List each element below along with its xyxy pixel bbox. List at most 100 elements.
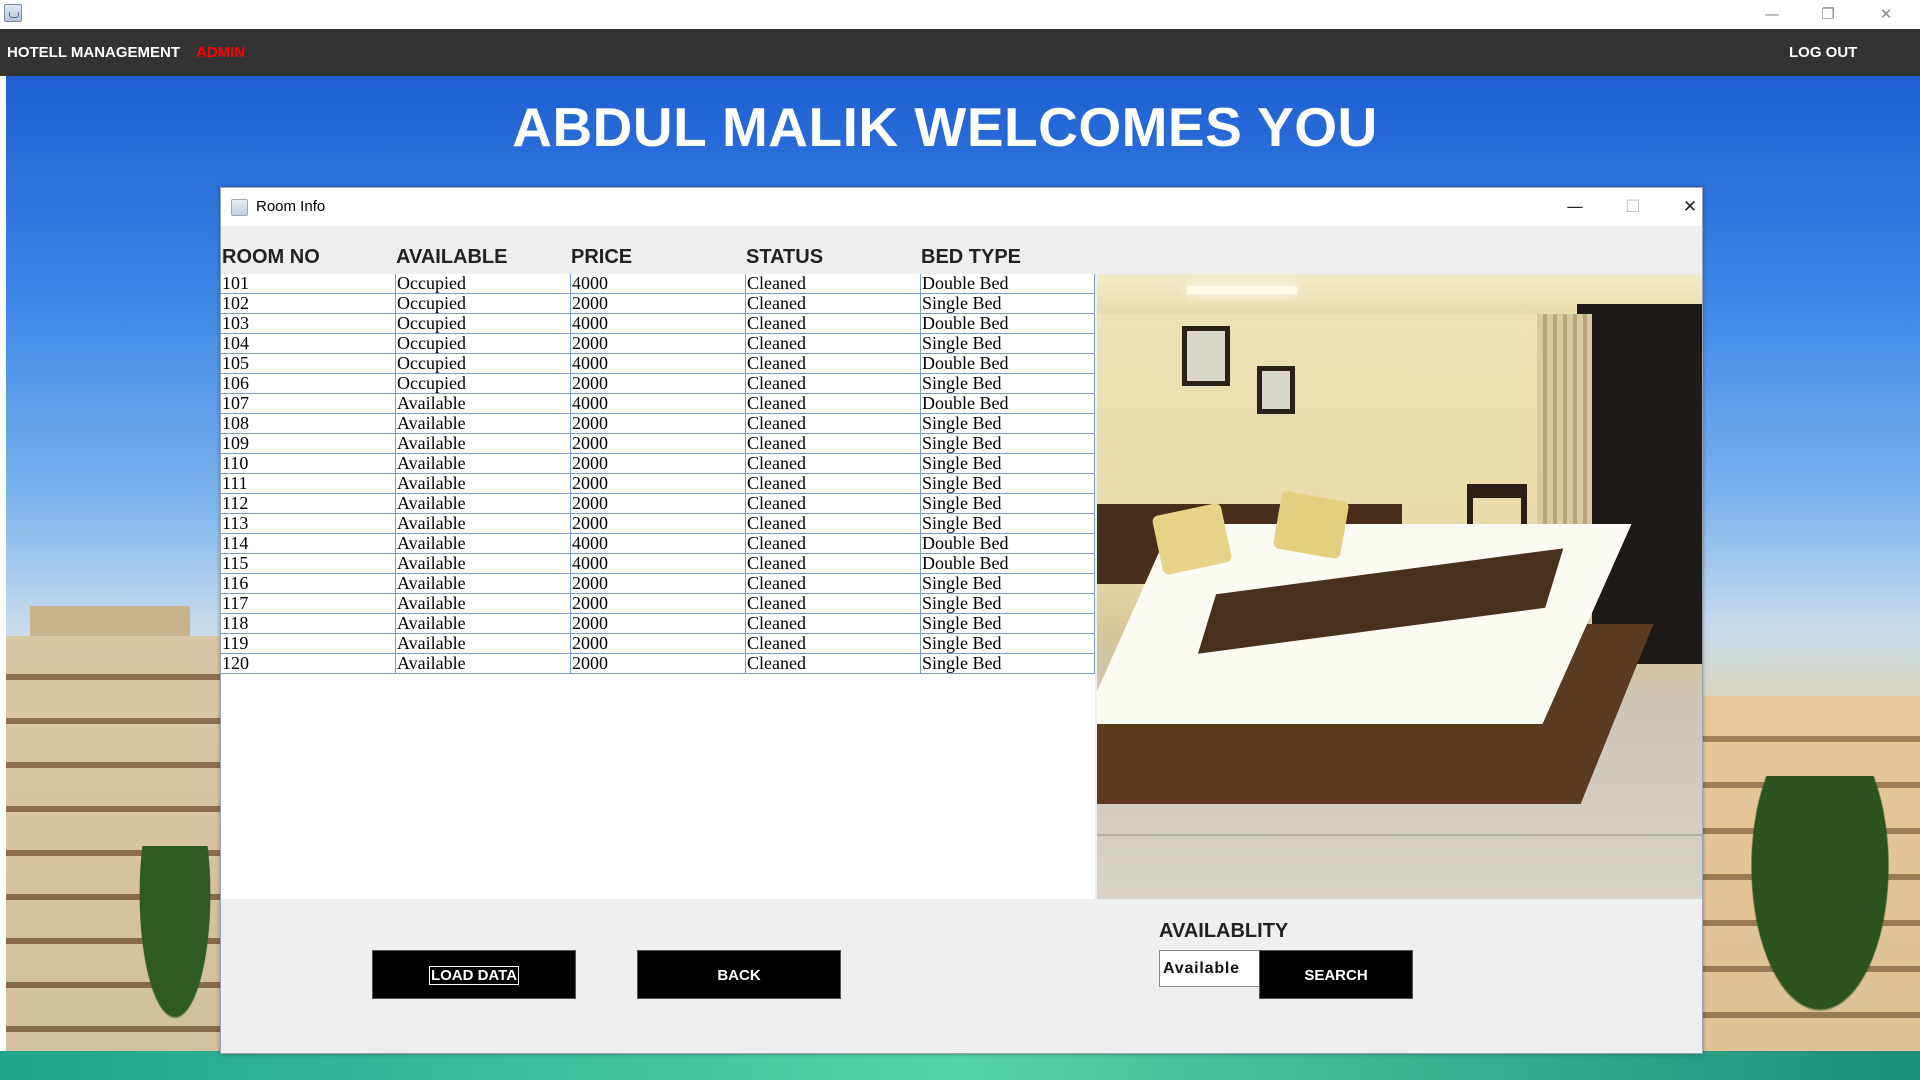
cell-room-no[interactable]: 120: [221, 654, 395, 674]
cell-status[interactable]: Cleaned: [745, 274, 920, 294]
cell-price[interactable]: 2000: [570, 434, 745, 454]
table-row[interactable]: 101 Occupied 4000 Cleaned Double Bed: [221, 274, 1095, 294]
cell-bed-type[interactable]: Double Bed: [920, 274, 1095, 294]
table-row[interactable]: 106 Occupied 2000 Cleaned Single Bed: [221, 374, 1095, 394]
cell-room-no[interactable]: 110: [221, 454, 395, 474]
table-row[interactable]: 109 Available 2000 Cleaned Single Bed: [221, 434, 1095, 454]
table-row[interactable]: 116 Available 2000 Cleaned Single Bed: [221, 574, 1095, 594]
cell-room-no[interactable]: 111: [221, 474, 395, 494]
cell-room-no[interactable]: 106: [221, 374, 395, 394]
search-button[interactable]: SEARCH: [1259, 950, 1413, 999]
table-row[interactable]: 114 Available 4000 Cleaned Double Bed: [221, 534, 1095, 554]
table-row[interactable]: 103 Occupied 4000 Cleaned Double Bed: [221, 314, 1095, 334]
cell-status[interactable]: Cleaned: [745, 614, 920, 634]
cell-price[interactable]: 2000: [570, 374, 745, 394]
cell-bed-type[interactable]: Single Bed: [920, 574, 1095, 594]
cell-price[interactable]: 2000: [570, 294, 745, 314]
cell-price[interactable]: 2000: [570, 654, 745, 674]
cell-status[interactable]: Cleaned: [745, 374, 920, 394]
cell-bed-type[interactable]: Single Bed: [920, 494, 1095, 514]
cell-bed-type[interactable]: Single Bed: [920, 334, 1095, 354]
cell-room-no[interactable]: 109: [221, 434, 395, 454]
cell-price[interactable]: 2000: [570, 514, 745, 534]
table-row[interactable]: 117 Available 2000 Cleaned Single Bed: [221, 594, 1095, 614]
table-row[interactable]: 113 Available 2000 Cleaned Single Bed: [221, 514, 1095, 534]
column-header-bed-type[interactable]: BED TYPE: [921, 246, 1021, 269]
cell-bed-type[interactable]: Single Bed: [920, 654, 1095, 674]
cell-room-no[interactable]: 112: [221, 494, 395, 514]
table-row[interactable]: 111 Available 2000 Cleaned Single Bed: [221, 474, 1095, 494]
cell-available[interactable]: Available: [395, 434, 570, 454]
column-header-status[interactable]: STATUS: [746, 246, 823, 269]
cell-room-no[interactable]: 116: [221, 574, 395, 594]
column-header-room-no[interactable]: ROOM NO: [222, 246, 320, 269]
cell-status[interactable]: Cleaned: [745, 594, 920, 614]
cell-room-no[interactable]: 117: [221, 594, 395, 614]
cell-available[interactable]: Available: [395, 474, 570, 494]
cell-price[interactable]: 2000: [570, 574, 745, 594]
cell-price[interactable]: 2000: [570, 414, 745, 434]
cell-price[interactable]: 2000: [570, 614, 745, 634]
load-data-button[interactable]: LOAD DATA: [372, 950, 576, 999]
cell-room-no[interactable]: 114: [221, 534, 395, 554]
cell-price[interactable]: 2000: [570, 474, 745, 494]
cell-bed-type[interactable]: Single Bed: [920, 434, 1095, 454]
table-row[interactable]: 118 Available 2000 Cleaned Single Bed: [221, 614, 1095, 634]
cell-available[interactable]: Occupied: [395, 274, 570, 294]
table-row[interactable]: 102 Occupied 2000 Cleaned Single Bed: [221, 294, 1095, 314]
table-row[interactable]: 119 Available 2000 Cleaned Single Bed: [221, 634, 1095, 654]
cell-available[interactable]: Occupied: [395, 314, 570, 334]
cell-available[interactable]: Available: [395, 554, 570, 574]
cell-status[interactable]: Cleaned: [745, 334, 920, 354]
cell-available[interactable]: Occupied: [395, 294, 570, 314]
cell-available[interactable]: Available: [395, 574, 570, 594]
logout-button[interactable]: LOG OUT: [1789, 44, 1857, 61]
cell-room-no[interactable]: 103: [221, 314, 395, 334]
cell-room-no[interactable]: 113: [221, 514, 395, 534]
cell-price[interactable]: 2000: [570, 334, 745, 354]
dialog-maximize-button[interactable]: ☐: [1613, 194, 1653, 220]
cell-available[interactable]: Available: [395, 454, 570, 474]
cell-available[interactable]: Available: [395, 634, 570, 654]
cell-bed-type[interactable]: Double Bed: [920, 354, 1095, 374]
rooms-table[interactable]: 101 Occupied 4000 Cleaned Double Bed 102 Occup…: [221, 274, 1095, 899]
restore-button[interactable]: ❐: [1805, 2, 1851, 26]
table-row[interactable]: 112 Available 2000 Cleaned Single Bed: [221, 494, 1095, 514]
table-row[interactable]: 107 Available 4000 Cleaned Double Bed: [221, 394, 1095, 414]
cell-room-no[interactable]: 118: [221, 614, 395, 634]
table-row[interactable]: 104 Occupied 2000 Cleaned Single Bed: [221, 334, 1095, 354]
cell-status[interactable]: Cleaned: [745, 294, 920, 314]
cell-available[interactable]: Available: [395, 514, 570, 534]
cell-price[interactable]: 2000: [570, 594, 745, 614]
cell-room-no[interactable]: 104: [221, 334, 395, 354]
cell-status[interactable]: Cleaned: [745, 554, 920, 574]
cell-bed-type[interactable]: Single Bed: [920, 454, 1095, 474]
cell-status[interactable]: Cleaned: [745, 514, 920, 534]
cell-price[interactable]: 4000: [570, 354, 745, 374]
cell-bed-type[interactable]: Single Bed: [920, 294, 1095, 314]
cell-bed-type[interactable]: Single Bed: [920, 414, 1095, 434]
cell-bed-type[interactable]: Single Bed: [920, 374, 1095, 394]
cell-available[interactable]: Available: [395, 394, 570, 414]
cell-room-no[interactable]: 101: [221, 274, 395, 294]
table-row[interactable]: 108 Available 2000 Cleaned Single Bed: [221, 414, 1095, 434]
table-row[interactable]: 105 Occupied 4000 Cleaned Double Bed: [221, 354, 1095, 374]
cell-room-no[interactable]: 102: [221, 294, 395, 314]
cell-bed-type[interactable]: Single Bed: [920, 634, 1095, 654]
table-row[interactable]: 110 Available 2000 Cleaned Single Bed: [221, 454, 1095, 474]
table-row[interactable]: 120 Available 2000 Cleaned Single Bed: [221, 654, 1095, 674]
back-button[interactable]: BACK: [637, 950, 841, 999]
dialog-minimize-button[interactable]: —: [1555, 194, 1595, 220]
cell-bed-type[interactable]: Double Bed: [920, 394, 1095, 414]
cell-bed-type[interactable]: Single Bed: [920, 474, 1095, 494]
admin-menu[interactable]: ADMIN: [196, 44, 245, 61]
cell-room-no[interactable]: 119: [221, 634, 395, 654]
cell-price[interactable]: 2000: [570, 494, 745, 514]
column-header-available[interactable]: AVAILABLE: [396, 246, 507, 269]
cell-room-no[interactable]: 108: [221, 414, 395, 434]
cell-status[interactable]: Cleaned: [745, 354, 920, 374]
column-header-price[interactable]: PRICE: [571, 246, 632, 269]
close-button[interactable]: ✕: [1863, 2, 1909, 26]
cell-price[interactable]: 2000: [570, 634, 745, 654]
cell-available[interactable]: Occupied: [395, 374, 570, 394]
